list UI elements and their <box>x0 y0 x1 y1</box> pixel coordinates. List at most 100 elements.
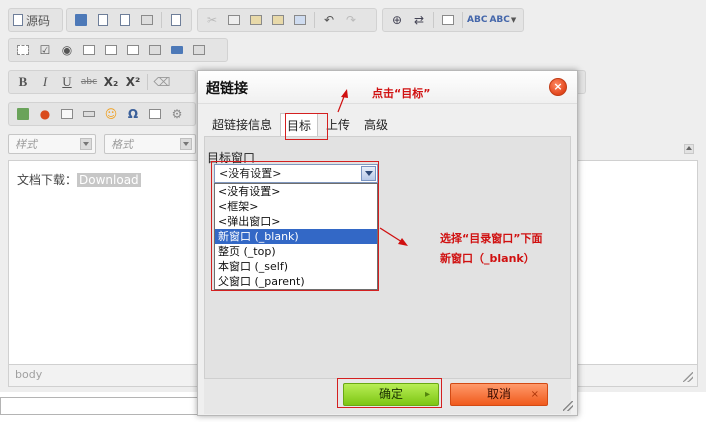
subscript-icon: X₂ <box>103 75 119 89</box>
textfield-button[interactable] <box>79 40 99 60</box>
bold-button[interactable]: B <box>13 72 33 92</box>
toolbar-group-insert: ● ☺ Ω ⚙ <box>8 102 196 126</box>
underline-icon: U <box>62 74 72 89</box>
superscript-icon: X² <box>125 75 141 89</box>
redo-button[interactable]: ↷ <box>341 10 361 30</box>
table-icon <box>61 109 73 119</box>
image-button[interactable] <box>13 104 33 124</box>
tab-label: 超链接信息 <box>212 117 273 132</box>
style-combo[interactable]: 样式 <box>8 134 96 154</box>
horizontal-rule-button[interactable] <box>79 104 99 124</box>
strike-button[interactable]: abc <box>79 72 99 92</box>
horizontal-rule-icon <box>83 111 95 117</box>
undo-button[interactable]: ↶ <box>319 10 339 30</box>
cut-button[interactable]: ✂ <box>202 10 222 30</box>
radio-icon: ◉ <box>61 43 73 57</box>
templates-button[interactable] <box>166 10 186 30</box>
save-button[interactable] <box>71 10 91 30</box>
tab-advanced[interactable]: 高级 <box>358 113 394 135</box>
preview-button[interactable] <box>115 10 135 30</box>
paste-word-icon <box>294 15 306 25</box>
print-button[interactable] <box>137 10 157 30</box>
spellcheck-dropdown-icon: ABC <box>489 15 510 25</box>
checkbox-button[interactable]: ☑ <box>35 40 55 60</box>
image-button-field-button[interactable] <box>167 40 187 60</box>
format-combo[interactable]: 格式 <box>104 134 196 154</box>
form-icon <box>17 45 29 55</box>
textarea-button[interactable] <box>101 40 121 60</box>
replace-button[interactable]: ⇄ <box>409 10 429 30</box>
smiley-button[interactable]: ☺ <box>101 104 121 124</box>
download-link[interactable]: Download <box>77 173 141 187</box>
new-page-icon <box>98 14 108 26</box>
select-field-icon <box>127 45 139 55</box>
templates-icon <box>171 14 181 26</box>
dialog-title: 超链接 <box>206 81 248 97</box>
spellcheck-as-you-type-button[interactable]: ABC ▼ <box>489 10 516 30</box>
table-button[interactable] <box>57 104 77 124</box>
paste-word-button[interactable] <box>290 10 310 30</box>
redo-icon: ↷ <box>345 13 357 27</box>
checkbox-icon: ☑ <box>39 43 51 57</box>
toolbar-separator <box>147 74 148 90</box>
select-all-button[interactable] <box>438 10 458 30</box>
select-field-button[interactable] <box>123 40 143 60</box>
toolbar-separator <box>314 12 315 28</box>
copy-icon <box>228 15 240 25</box>
spellcheck-icon: ABC <box>467 15 488 25</box>
image-button-icon <box>171 46 183 54</box>
save-icon <box>75 14 87 26</box>
binoculars-icon: ⊕ <box>391 13 403 27</box>
page-break-icon <box>149 109 161 119</box>
print-icon <box>141 15 153 25</box>
copy-button[interactable] <box>224 10 244 30</box>
content-paragraph: 文档下载： Download <box>17 171 141 188</box>
resize-grip-icon[interactable] <box>563 401 573 411</box>
tab-label: 高级 <box>364 117 389 132</box>
preview-icon <box>120 14 130 26</box>
element-path-body[interactable]: body <box>15 368 42 381</box>
annotation-choose-line2: 新窗口（_blank） <box>440 252 535 265</box>
underline-button[interactable]: U <box>57 72 77 92</box>
cancel-button-label: 取消 <box>486 387 511 401</box>
paste-text-icon <box>272 15 284 25</box>
new-page-button[interactable] <box>93 10 113 30</box>
remove-format-button[interactable]: ⌫ <box>152 72 172 92</box>
cancel-button[interactable]: 取消 × <box>450 383 548 406</box>
form-button[interactable] <box>13 40 33 60</box>
spellcheck-button[interactable]: ABC <box>467 10 487 30</box>
highlight-box-target-select <box>211 161 379 291</box>
paste-icon <box>250 15 262 25</box>
find-button[interactable]: ⊕ <box>387 10 407 30</box>
source-label: 源码 <box>26 13 51 28</box>
toolbar-group-clipboard: ✂ ↶ ↷ <box>197 8 377 32</box>
toolbar-group-basic-styles: B I U abc X₂ X² ⌫ <box>8 70 196 94</box>
source-button[interactable]: 源码 <box>13 10 50 30</box>
toolbar-collapse-button[interactable] <box>684 144 694 154</box>
paste-button[interactable] <box>246 10 266 30</box>
italic-button[interactable]: I <box>35 72 55 92</box>
page-input-field[interactable] <box>0 397 198 415</box>
textarea-icon <box>105 45 117 55</box>
resize-grip-icon[interactable] <box>683 372 693 382</box>
subscript-button[interactable]: X₂ <box>101 72 121 92</box>
close-button[interactable]: × <box>549 78 567 96</box>
page-break-button[interactable] <box>145 104 165 124</box>
iframe-button[interactable]: ⚙ <box>167 104 187 124</box>
strike-icon: abc <box>80 77 98 87</box>
tab-link-info[interactable]: 超链接信息 <box>206 113 278 135</box>
toolbar-group-document: 源码 <box>8 8 63 32</box>
radio-button[interactable]: ◉ <box>57 40 77 60</box>
special-char-button[interactable]: Ω <box>123 104 143 124</box>
cut-icon: ✂ <box>206 13 218 27</box>
paste-text-button[interactable] <box>268 10 288 30</box>
flash-button[interactable]: ● <box>35 104 55 124</box>
hidden-field-button[interactable] <box>189 40 209 60</box>
button-field-button[interactable] <box>145 40 165 60</box>
annotation-choose-line1: 选择“目录窗口”下面 <box>440 232 543 245</box>
select-all-icon <box>442 15 454 25</box>
toolbar-group-find: ⊕ ⇄ ABC ABC ▼ <box>382 8 524 32</box>
superscript-button[interactable]: X² <box>123 72 143 92</box>
toolbar-separator <box>462 12 463 28</box>
gear-icon: ⚙ <box>171 107 183 121</box>
